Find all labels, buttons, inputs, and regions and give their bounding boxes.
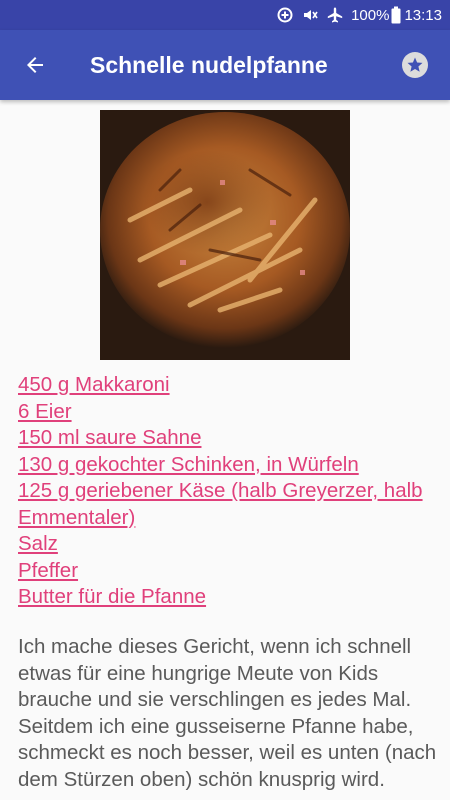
ingredient-link[interactable]: 125 g geriebener Käse (halb Greyerzer, h… <box>18 479 423 529</box>
ingredient-item: Pfeffer <box>18 558 438 585</box>
favorite-button[interactable] <box>380 30 450 100</box>
recipe-image <box>100 110 350 360</box>
ingredient-item: 125 g geriebener Käse (halb Greyerzer, h… <box>18 478 438 531</box>
ingredient-link[interactable]: Salz <box>18 532 58 555</box>
ingredient-item: 130 g gekochter Schinken, in Würfeln <box>18 452 438 479</box>
ingredient-list: 450 g Makkaroni 6 Eier 150 ml saure Sahn… <box>18 372 438 611</box>
recipe-content: 450 g Makkaroni 6 Eier 150 ml saure Sahn… <box>0 100 450 800</box>
status-bar: 100% 13:13 <box>0 0 450 30</box>
app-bar: Schnelle nudelpfanne <box>0 30 450 100</box>
battery-percentage: 100% <box>351 6 390 24</box>
ingredient-link[interactable]: 130 g gekochter Schinken, in Würfeln <box>18 453 359 476</box>
ingredient-item: 6 Eier <box>18 399 438 426</box>
battery-icon <box>391 6 401 24</box>
back-button[interactable] <box>0 30 70 100</box>
ingredient-link[interactable]: 150 ml saure Sahne <box>18 426 201 449</box>
arrow-back-icon <box>27 57 43 73</box>
mute-icon <box>301 6 319 24</box>
ingredient-item: 150 ml saure Sahne <box>18 425 438 452</box>
data-saver-icon <box>276 6 294 24</box>
recipe-description: Ich mache dieses Gericht, wenn ich schne… <box>18 635 437 791</box>
page-title: Schnelle nudelpfanne <box>90 51 328 78</box>
ingredient-item: 450 g Makkaroni <box>18 372 438 399</box>
ingredient-item: Butter für die Pfanne <box>18 584 438 611</box>
ingredient-link[interactable]: 450 g Makkaroni <box>18 373 170 396</box>
star-icon <box>407 57 423 72</box>
ingredient-link[interactable]: Butter für die Pfanne <box>18 585 206 608</box>
ingredient-link[interactable]: Pfeffer <box>18 559 78 582</box>
clock: 13:13 <box>404 6 442 24</box>
ingredient-link[interactable]: 6 Eier <box>18 400 72 423</box>
airplane-icon <box>326 6 344 24</box>
ingredient-item: Salz <box>18 531 438 558</box>
